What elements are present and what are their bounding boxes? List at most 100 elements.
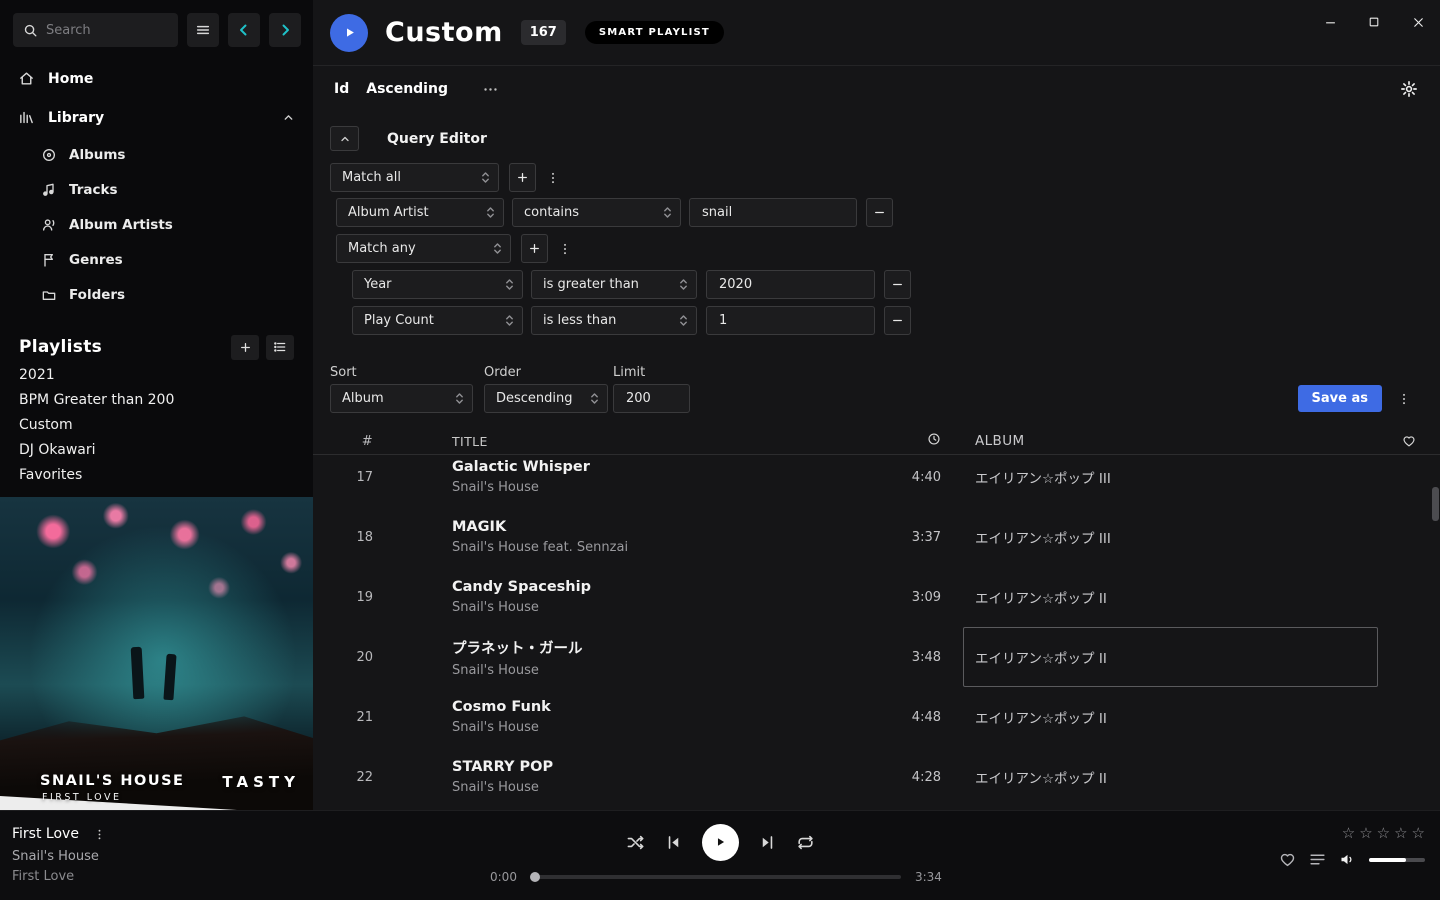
sidebar-item-library[interactable]: Library xyxy=(0,98,313,137)
nav-back-button[interactable] xyxy=(228,13,260,47)
play-playlist-button[interactable] xyxy=(330,14,368,52)
nav-forward-button[interactable] xyxy=(269,13,301,47)
track-album-cell[interactable]: エイリアン☆ポップ II xyxy=(963,707,1378,727)
playlist-item-2021[interactable]: 2021 xyxy=(0,362,313,387)
collapse-query-editor-button[interactable] xyxy=(330,126,359,151)
rule2-operator-select[interactable]: is greater than xyxy=(531,270,697,299)
settings-gear-icon[interactable] xyxy=(1400,80,1418,98)
previous-track-icon[interactable] xyxy=(664,833,683,852)
now-playing-menu-icon[interactable] xyxy=(91,827,109,842)
select-arrows-icon xyxy=(455,391,464,406)
sidebar-item-home[interactable]: Home xyxy=(0,59,313,98)
match-all-select[interactable]: Match all xyxy=(330,163,499,192)
track-row[interactable]: 20 プラネット・ガール Snail's House 3:48 エイリアン☆ポッ… xyxy=(313,627,1440,687)
remove-rule3-button[interactable] xyxy=(884,306,911,335)
sidebar-album-artists-label: Album Artists xyxy=(69,217,173,233)
playlist-item-bpm[interactable]: BPM Greater than 200 xyxy=(0,387,313,412)
play-pause-button[interactable] xyxy=(702,824,739,861)
star-icon[interactable]: ☆ xyxy=(1377,824,1390,842)
rule1-operator-select[interactable]: contains xyxy=(512,198,681,227)
queue-icon[interactable] xyxy=(1309,851,1326,868)
minimize-button[interactable] xyxy=(1308,0,1352,44)
column-duration[interactable] xyxy=(893,432,963,450)
sidebar-library-label: Library xyxy=(48,110,104,126)
save-as-button[interactable]: Save as xyxy=(1298,385,1382,412)
sidebar-item-tracks[interactable]: Tracks xyxy=(0,172,313,207)
playlist-list-button[interactable] xyxy=(266,335,294,360)
select-arrows-icon xyxy=(679,277,688,292)
sidebar-item-folders[interactable]: Folders xyxy=(0,277,313,312)
subgroup-menu-icon[interactable] xyxy=(556,241,574,257)
column-album[interactable]: ALBUM xyxy=(963,433,1378,449)
rule2-field-select[interactable]: Year xyxy=(352,270,523,299)
sidebar-item-album-artists[interactable]: Album Artists xyxy=(0,207,313,242)
column-number[interactable]: # xyxy=(313,434,373,449)
sort-order-button[interactable]: Ascending xyxy=(366,81,448,97)
rule1-field-select[interactable]: Album Artist xyxy=(336,198,504,227)
track-row[interactable]: 22 STARRY POP Snail's House 4:28 エイリアン☆ポ… xyxy=(313,747,1440,807)
sidebar-item-albums[interactable]: Albums xyxy=(0,137,313,172)
playlist-item-favorites[interactable]: Favorites xyxy=(0,462,313,487)
track-number: 20 xyxy=(313,650,373,665)
shuffle-icon[interactable] xyxy=(626,833,645,852)
star-icon[interactable]: ☆ xyxy=(1342,824,1355,842)
seek-handle[interactable] xyxy=(530,872,540,882)
save-menu-icon[interactable] xyxy=(1395,391,1413,407)
limit-field[interactable] xyxy=(613,384,690,413)
add-rule-button[interactable] xyxy=(509,163,536,192)
menu-button[interactable] xyxy=(187,13,219,47)
volume-icon[interactable] xyxy=(1339,851,1356,868)
order-select[interactable]: Descending xyxy=(484,384,608,413)
next-track-icon[interactable] xyxy=(758,833,777,852)
hamburger-icon xyxy=(195,22,211,38)
playlist-item-custom[interactable]: Custom xyxy=(0,412,313,437)
star-icon[interactable]: ☆ xyxy=(1412,824,1425,842)
limit-input[interactable] xyxy=(616,391,687,406)
playlist-header: Custom 167 SMART PLAYLIST xyxy=(313,0,1440,66)
remove-rule1-button[interactable] xyxy=(866,198,893,227)
column-title[interactable]: TITLE xyxy=(452,434,893,449)
match-any-select[interactable]: Match any xyxy=(336,234,511,263)
maximize-button[interactable] xyxy=(1352,0,1396,44)
track-row[interactable]: 21 Cosmo Funk Snail's House 4:48 エイリアン☆ポ… xyxy=(313,687,1440,747)
close-button[interactable] xyxy=(1396,0,1440,44)
repeat-icon[interactable] xyxy=(796,833,815,852)
add-subrule-button[interactable] xyxy=(521,234,548,263)
track-album-cell[interactable]: エイリアン☆ポップ III xyxy=(963,527,1378,547)
add-playlist-button[interactable] xyxy=(231,335,259,360)
favorite-heart-icon[interactable] xyxy=(1279,851,1296,868)
rule3-value-input[interactable] xyxy=(709,313,872,328)
sort-field-button[interactable]: Id xyxy=(334,81,349,97)
rule2-value-field[interactable] xyxy=(706,270,875,299)
group-menu-icon[interactable] xyxy=(544,170,562,186)
remove-rule2-button[interactable] xyxy=(884,270,911,299)
query-editor-header: Query Editor xyxy=(330,126,1440,151)
rule1-value-field[interactable] xyxy=(689,198,857,227)
scrollbar-thumb[interactable] xyxy=(1432,487,1439,521)
search-box[interactable] xyxy=(13,13,178,47)
star-icon[interactable]: ☆ xyxy=(1394,824,1407,842)
volume-slider[interactable] xyxy=(1369,858,1425,862)
rule1-value-input[interactable] xyxy=(692,205,854,220)
chevron-right-icon xyxy=(276,21,294,39)
rule3-operator-select[interactable]: is less than xyxy=(531,306,697,335)
star-icon[interactable]: ☆ xyxy=(1359,824,1372,842)
track-row[interactable]: 18 MAGIK Snail's House feat. Sennzai 3:3… xyxy=(313,507,1440,567)
track-album-cell[interactable]: エイリアン☆ポップ III xyxy=(963,467,1378,487)
search-input[interactable] xyxy=(46,23,168,38)
track-album-cell-focused[interactable]: エイリアン☆ポップ II xyxy=(963,627,1378,687)
rule2-value-input[interactable] xyxy=(709,277,872,292)
rule3-value-field[interactable] xyxy=(706,306,875,335)
column-favorite[interactable] xyxy=(1378,434,1440,448)
track-row[interactable]: 19 Candy Spaceship Snail's House 3:09 エイ… xyxy=(313,567,1440,627)
track-album-cell[interactable]: エイリアン☆ポップ II xyxy=(963,587,1378,607)
rule1-field-value: Album Artist xyxy=(348,205,429,220)
sort-select[interactable]: Album xyxy=(330,384,473,413)
track-row[interactable]: 17 Galactic Whisper Snail's House 4:40 エ… xyxy=(313,455,1440,507)
more-options-icon[interactable] xyxy=(482,81,499,98)
track-album-cell[interactable]: エイリアン☆ポップ II xyxy=(963,767,1378,787)
sidebar-item-genres[interactable]: Genres xyxy=(0,242,313,277)
playlist-item-dj-okawari[interactable]: DJ Okawari xyxy=(0,437,313,462)
rule3-field-select[interactable]: Play Count xyxy=(352,306,523,335)
seek-bar[interactable] xyxy=(531,875,901,879)
